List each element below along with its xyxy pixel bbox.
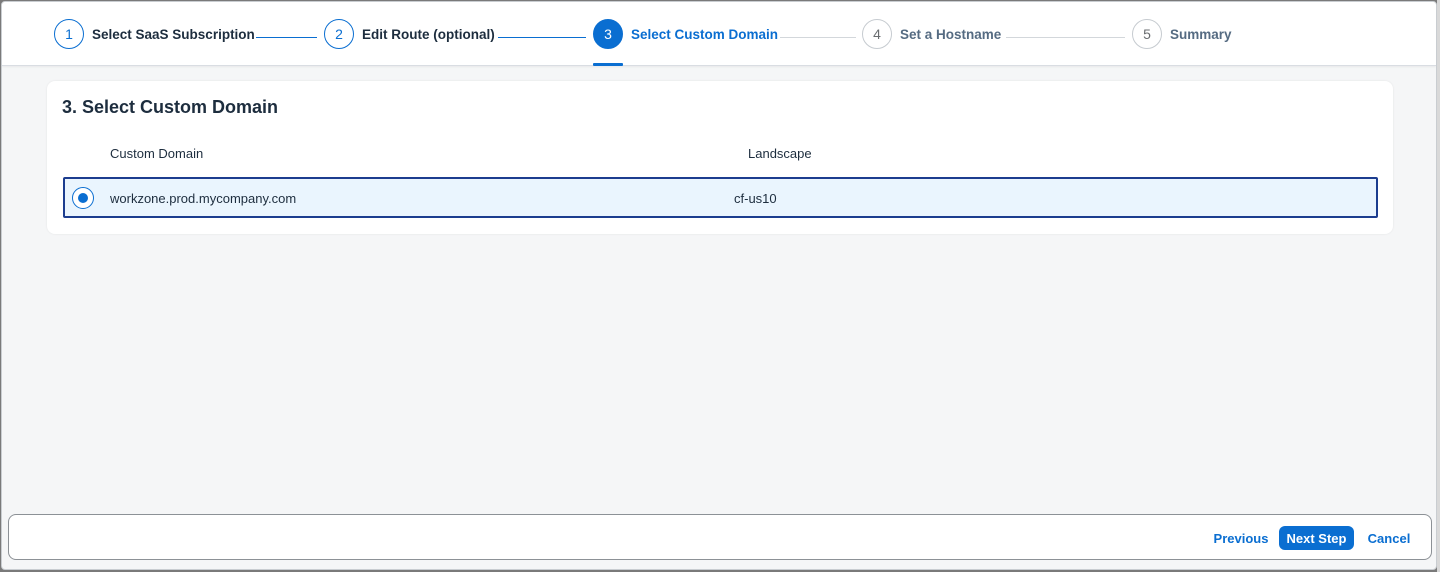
column-header-custom-domain[interactable]: Custom Domain <box>110 146 203 161</box>
wizard-step-2[interactable]: 2 Edit Route (optional) <box>324 2 495 66</box>
column-header-landscape[interactable]: Landscape <box>748 146 812 161</box>
cancel-button[interactable]: Cancel <box>1361 526 1417 550</box>
wizard-footer: Previous Next Step Cancel <box>8 514 1432 560</box>
row-radio-button[interactable] <box>72 187 94 209</box>
step-connector <box>780 37 856 38</box>
wizard-step-3[interactable]: 3 Select Custom Domain <box>593 2 778 66</box>
page-title: 3. Select Custom Domain <box>62 97 279 117</box>
wizard-progress-bar: 1 Select SaaS Subscription 2 Edit Route … <box>2 2 1436 66</box>
step-number-circle: 1 <box>54 19 84 49</box>
custom-domain-section: 3. Select Custom Domain Custom Domain La… <box>47 81 1393 234</box>
step-label: Set a Hostname <box>900 26 1002 42</box>
step-label: Select SaaS Subscription <box>92 26 255 42</box>
wizard-step-4[interactable]: 4 Set a Hostname <box>862 2 1001 66</box>
previous-button[interactable]: Previous <box>1209 526 1273 550</box>
cell-landscape: cf-us10 <box>734 191 777 206</box>
step-connector <box>1006 37 1125 38</box>
step-label: Edit Route (optional) <box>362 26 495 42</box>
step-label: Summary <box>1170 26 1232 42</box>
radio-selected-dot <box>78 193 88 203</box>
next-step-button[interactable]: Next Step <box>1279 526 1354 550</box>
step-number-circle: 5 <box>1132 19 1162 49</box>
step-connector <box>498 37 586 38</box>
step-label: Select Custom Domain <box>631 26 779 42</box>
step-number-circle: 2 <box>324 19 354 49</box>
active-step-indicator <box>593 63 623 66</box>
cell-custom-domain: workzone.prod.mycompany.com <box>110 191 297 206</box>
step-number-circle: 3 <box>593 19 623 49</box>
step-number-circle: 4 <box>862 19 892 49</box>
step-connector <box>256 37 317 38</box>
wizard-step-1[interactable]: 1 Select SaaS Subscription <box>54 2 255 66</box>
wizard-dialog: 1 Select SaaS Subscription 2 Edit Route … <box>1 1 1437 570</box>
table-row[interactable]: workzone.prod.mycompany.com cf-us10 <box>63 177 1378 218</box>
wizard-step-5[interactable]: 5 Summary <box>1132 2 1232 66</box>
